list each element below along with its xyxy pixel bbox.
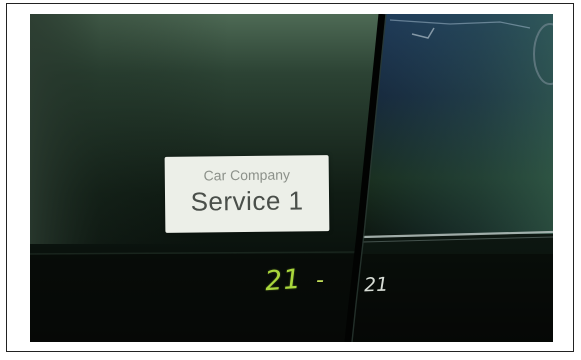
photo-frame: Car Company Service 1 21 - 21: [6, 3, 574, 352]
label-service-text: Service 1: [190, 185, 304, 217]
handwritten-dash: -: [316, 268, 324, 293]
handwritten-mark-left: 21: [263, 263, 303, 298]
label-company-text: Car Company: [203, 166, 291, 184]
car-door-photo: Car Company Service 1 21 - 21: [30, 14, 553, 342]
handwritten-mark-right: 21: [363, 273, 389, 297]
service-label-sticker: Car Company Service 1: [164, 155, 330, 233]
